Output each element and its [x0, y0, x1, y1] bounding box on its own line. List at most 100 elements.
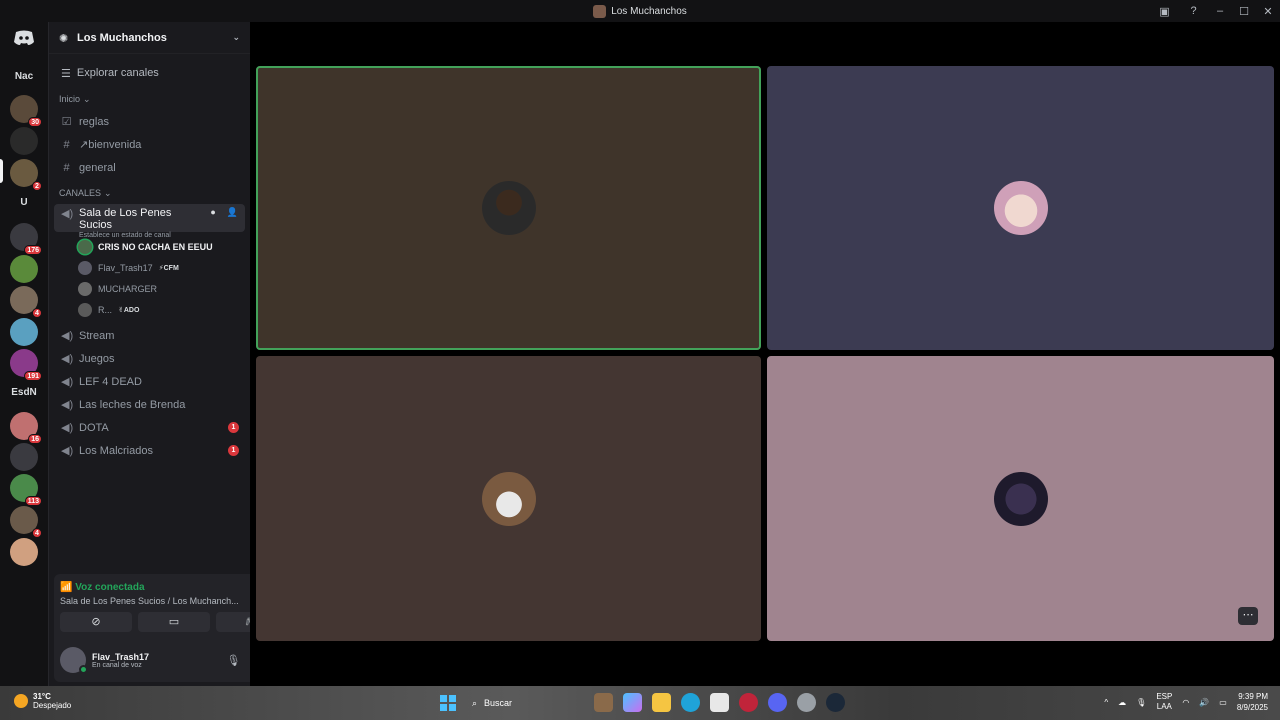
active-channel-name: Sala de Los Penes Sucios: [79, 207, 172, 231]
voice-channel-active[interactable]: ◀) Sala de Los Penes Sucios Establece un…: [54, 204, 245, 239]
voice-channel[interactable]: ◀) Las leches de Brenda: [49, 393, 250, 416]
network-app-icon[interactable]: ☁: [1118, 698, 1126, 707]
server-header[interactable]: ✺ Los Muchanchos ⌄: [49, 22, 250, 54]
weather-widget[interactable]: 31°C Despejado: [14, 692, 71, 710]
volume-icon[interactable]: 🔊: [1199, 698, 1209, 707]
guild-6[interactable]: 4: [10, 286, 42, 318]
participant-tile-1[interactable]: [256, 66, 761, 350]
guild-12[interactable]: 4: [10, 506, 42, 538]
microphone-icon[interactable]: 🎙: [226, 654, 240, 667]
channel-label: Los Malcriados: [79, 444, 153, 457]
voice-user[interactable]: CRIS NO CACHA EN EEUU: [49, 236, 250, 257]
guild-10[interactable]: [10, 443, 38, 471]
inbox-icon[interactable]: ▣: [1150, 5, 1179, 18]
settings-taskbar-icon[interactable]: [797, 693, 816, 712]
clock[interactable]: 9:39 PM 8/9/2025: [1237, 691, 1268, 713]
close-button[interactable]: ✕: [1256, 5, 1280, 18]
voice-channel[interactable]: ◀) Los Malcriados 1: [49, 439, 250, 462]
guild-7[interactable]: [10, 318, 38, 346]
server-guide-icon: ✺: [59, 32, 69, 45]
microphone-icon[interactable]: 🎙: [1136, 698, 1146, 707]
invite-icon[interactable]: 👤: [227, 207, 238, 218]
speaker-icon: ◀): [61, 330, 74, 342]
participant-avatar: [993, 471, 1048, 526]
hashtag-icon: #: [63, 161, 70, 174]
guild-4[interactable]: 176: [10, 223, 42, 255]
category-canales[interactable]: CANALES ⌄: [49, 186, 250, 200]
voice-status[interactable]: 📶 Voz conectada: [60, 582, 145, 593]
guild-3[interactable]: 2: [10, 159, 42, 191]
speaker-icon: ◀): [61, 422, 74, 434]
guild-u[interactable]: U: [4, 197, 44, 208]
guild-9[interactable]: 16: [10, 412, 42, 444]
guild-nac[interactable]: Nac: [4, 71, 44, 82]
voice-user[interactable]: R... ✌ADO: [49, 299, 250, 320]
search-icon: ⌕: [472, 697, 478, 708]
start-button[interactable]: [440, 695, 456, 711]
chat-icon[interactable]: ●: [210, 207, 215, 217]
speaker-icon: ◀): [61, 376, 74, 388]
chevron-up-icon[interactable]: ^: [1104, 698, 1108, 707]
screen-share-button[interactable]: ▭: [138, 612, 210, 632]
channel-label: LEF 4 DEAD: [79, 375, 142, 388]
guild-13[interactable]: [10, 538, 38, 566]
voice-channel[interactable]: ◀) Juegos: [49, 347, 250, 370]
steam-icon[interactable]: [826, 693, 845, 712]
channel-status-hint[interactable]: Establece un estado de canal: [79, 232, 203, 239]
chevron-down-icon: ⌄: [104, 187, 112, 198]
voice-channel[interactable]: ◀) Stream: [49, 324, 250, 347]
window-title: Los Muchanchos: [593, 4, 687, 18]
guild-8[interactable]: 191: [10, 349, 42, 381]
text-channel[interactable]: # ↗bienvenida: [49, 133, 250, 156]
participant-tile-3[interactable]: [256, 356, 761, 641]
more-options-button[interactable]: ⋯: [1238, 607, 1258, 625]
guild-1[interactable]: 30: [10, 95, 42, 127]
text-channel[interactable]: # general: [49, 156, 250, 179]
minimize-button[interactable]: –: [1208, 5, 1232, 17]
unread-badge: 1: [228, 445, 239, 456]
taskbar-search[interactable]: ⌕ Buscar: [466, 692, 586, 714]
edge-icon[interactable]: [681, 693, 700, 712]
voice-channel[interactable]: ◀) LEF 4 DEAD: [49, 370, 250, 393]
file-explorer-icon[interactable]: [652, 693, 671, 712]
category-inicio[interactable]: Inicio ⌄: [49, 92, 250, 106]
store-icon[interactable]: [710, 693, 729, 712]
copilot-icon[interactable]: [623, 693, 642, 712]
explore-channels[interactable]: ☰ Explorar canales: [49, 54, 250, 92]
guild-11[interactable]: 113: [10, 474, 42, 506]
wifi-icon[interactable]: ◠: [1182, 698, 1189, 707]
participant-tile-4[interactable]: ⋯: [767, 356, 1274, 641]
text-channel[interactable]: ☑ reglas: [49, 110, 250, 133]
voice-call-grid: ⋯: [250, 22, 1280, 686]
guild-esdn[interactable]: EsdN: [4, 387, 44, 398]
mention-badge: 4: [32, 308, 42, 318]
app-icon-2[interactable]: [739, 693, 758, 712]
chevron-down-icon: ⌄: [83, 93, 91, 104]
battery-icon[interactable]: ▭: [1219, 698, 1227, 707]
maximize-button[interactable]: ☐: [1232, 5, 1256, 18]
window-title-text: Los Muchanchos: [611, 5, 687, 17]
voice-user[interactable]: MUCHARGER: [49, 278, 250, 299]
app-icon-1[interactable]: [594, 693, 613, 712]
language-indicator[interactable]: ESP LAA: [1156, 692, 1172, 712]
avatar[interactable]: [60, 647, 88, 674]
participant-avatar: [481, 471, 536, 526]
channel-label: Juegos: [79, 352, 115, 365]
guild-5[interactable]: [10, 255, 38, 283]
server-name: Los Muchanchos: [77, 31, 167, 44]
username: Flav_Trash17: [92, 651, 150, 662]
voice-channel[interactable]: ◀) DOTA 1: [49, 416, 250, 439]
voice-user[interactable]: Flav_Trash17 ⚡CFM: [49, 257, 250, 278]
avatar: [78, 239, 92, 254]
channel-label: Las leches de Brenda: [79, 398, 186, 411]
taskbar: 31°C Despejado ⌕ Buscar ^ ☁ 🎙 ESP LAA ◠ …: [0, 686, 1280, 720]
unread-badge: 1: [228, 422, 239, 433]
voice-location[interactable]: Sala de Los Penes Sucios / Los Muchanch.…: [60, 596, 240, 606]
help-icon[interactable]: ?: [1179, 5, 1208, 17]
camera-off-button[interactable]: ⊘: [60, 612, 132, 632]
participant-tile-2[interactable]: [767, 66, 1274, 350]
guild-2[interactable]: [10, 127, 38, 155]
discord-home-icon[interactable]: [13, 30, 35, 46]
discord-taskbar-icon[interactable]: [768, 693, 787, 712]
category-label: CANALES: [59, 188, 102, 198]
